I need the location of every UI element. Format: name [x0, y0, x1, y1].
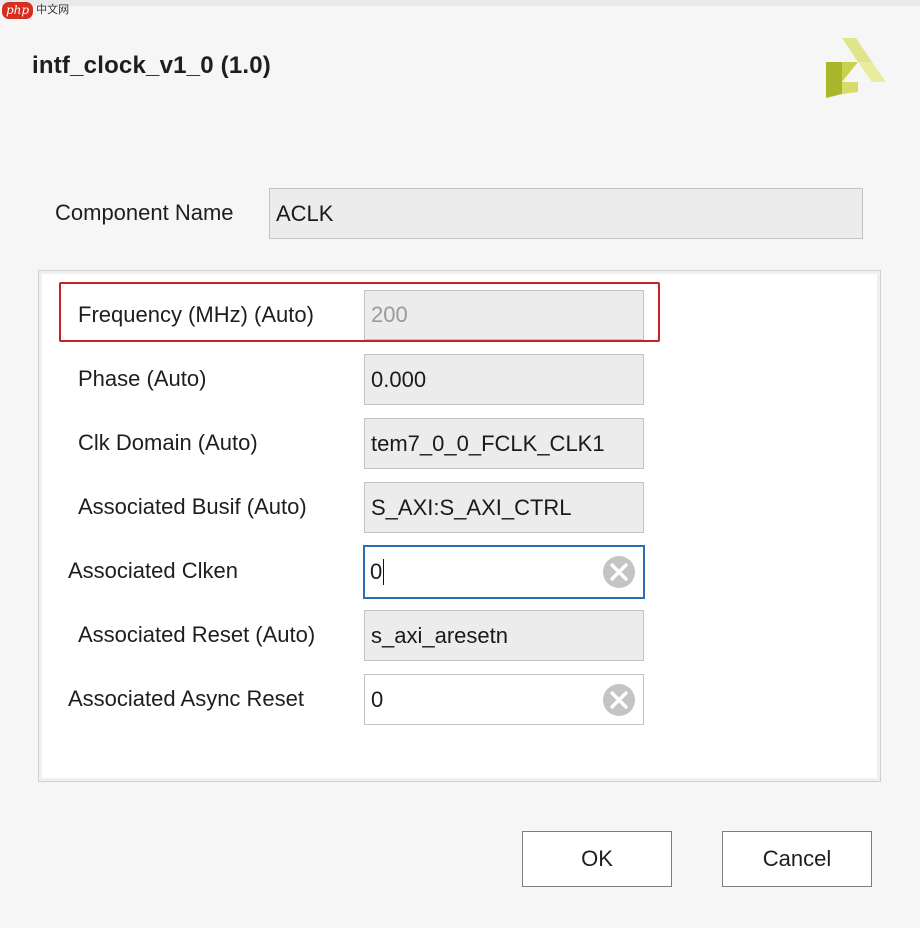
phase-label: Phase (Auto)	[78, 366, 207, 391]
clear-circle-x-icon[interactable]	[602, 555, 636, 589]
clk-domain-field: tem7_0_0_FCLK_CLK1	[364, 418, 644, 469]
component-name-value: ACLK	[276, 200, 334, 226]
watermark: php 中文网	[2, 0, 69, 20]
associated-reset-label: Associated Reset (Auto)	[78, 622, 316, 647]
text-caret	[383, 559, 385, 585]
cancel-button[interactable]: Cancel	[722, 831, 872, 887]
associated-busif-field: S_AXI:S_AXI_CTRL	[364, 482, 644, 533]
clear-circle-x-icon[interactable]	[602, 683, 636, 717]
associated-busif-value: S_AXI:S_AXI_CTRL	[371, 494, 572, 520]
clk-domain-label: Clk Domain (Auto)	[78, 430, 258, 455]
dialog-title: intf_clock_v1_0 (1.0)	[32, 52, 271, 79]
frequency-highlight-box	[59, 282, 660, 342]
associated-reset-value: s_axi_aresetn	[371, 622, 508, 648]
associated-reset-field: s_axi_aresetn	[364, 610, 644, 661]
clk-domain-value: tem7_0_0_FCLK_CLK1	[371, 430, 605, 456]
phase-value: 0.000	[371, 366, 427, 392]
watermark-text: 中文网	[36, 3, 70, 16]
ok-button[interactable]: OK	[522, 831, 672, 887]
xilinx-logo-icon	[826, 38, 886, 98]
associated-busif-label: Associated Busif (Auto)	[78, 494, 307, 519]
watermark-logo: php	[2, 1, 34, 19]
window-top-strip	[0, 0, 920, 6]
associated-async-reset-value: 0	[371, 686, 384, 712]
component-name-field[interactable]: ACLK	[269, 188, 863, 239]
component-name-label: Component Name	[55, 200, 234, 225]
associated-clken-label: Associated Clken	[68, 558, 238, 583]
associated-async-reset-label: Associated Async Reset	[68, 686, 305, 711]
associated-clken-value: 0	[370, 559, 383, 584]
phase-field: 0.000	[364, 354, 644, 405]
